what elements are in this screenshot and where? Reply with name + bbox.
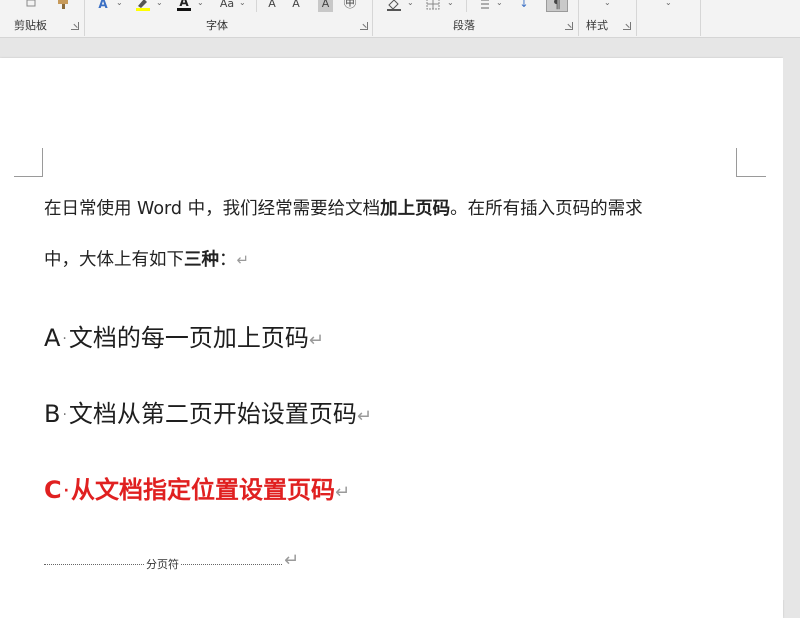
crop-mark-left-vertical [42,148,43,176]
character-shading-icon[interactable]: A [318,0,333,12]
chevron-down-icon[interactable]: ⌄ [496,0,503,7]
font-color-bar [177,8,191,11]
chevron-down-icon[interactable]: ⌄ [447,0,454,7]
list-item: B ·文档从第二页开始设置页码↵ [44,394,372,429]
intro-bold-text: 加上页码 [380,199,451,219]
borders-icon[interactable] [425,0,441,12]
page-break: 分页符 ↵ [44,550,300,572]
change-case-icon[interactable]: Aa [218,0,236,12]
ribbon: 剪贴板 A ⌄ ⌄ A ⌄ Aa ⌄ A A A ㊥ 字体 ⌄ ⌄ ⌄ ↓ ¶ … [0,0,800,38]
list-item-letter: C [44,476,62,504]
vertical-scrollbar[interactable] [783,38,800,600]
paragraph-mark-icon: ↵ [356,406,373,427]
sort-icon[interactable]: ↓ [516,0,532,12]
crop-mark-left-horizontal [14,176,43,177]
separator [578,0,579,36]
chevron-down-icon[interactable]: ⌄ [407,0,414,7]
chevron-down-icon[interactable]: ⌄ [239,0,246,7]
crop-mark-right-vertical [736,148,737,176]
group-label-styles: 样式 [586,19,608,32]
intro-paragraph-line-1: 在日常使用 Word 中，我们经常需要给文档加上页码。在所有插入页码的需求 [44,195,643,220]
intro-text: 在日常使用 Word 中，我们经常需要给文档 [44,199,381,219]
list-dot: · [62,331,67,347]
paragraph-mark-icon: ↵ [334,482,351,503]
asian-layout-icon[interactable] [478,0,492,12]
separator [636,0,637,36]
list-item: A ·文档的每一页加上页码↵ [44,318,324,353]
chevron-down-icon[interactable]: ⌄ [197,0,204,7]
group-label-font: 字体 [206,19,228,32]
separator [372,0,373,36]
list-item-text: 从文档指定位置设置页码 [70,476,335,504]
paragraph-mark-icon: ↵ [284,550,300,571]
enclose-characters-icon[interactable]: ㊥ [342,0,358,12]
editing-chevron-down-icon[interactable]: ⌄ [665,0,672,7]
clipboard-extra-icon[interactable] [24,0,38,12]
list-item-letter: B [44,400,61,428]
intro-text: ： [219,250,237,270]
font-dialog-launcher[interactable] [360,22,368,30]
styles-dialog-launcher[interactable] [623,22,631,30]
group-label-paragraph: 段落 [453,19,475,32]
chevron-down-icon[interactable]: ⌄ [156,0,163,7]
text-effects-icon[interactable]: A [95,0,111,12]
group-label-clipboard: 剪贴板 [14,19,47,32]
list-dot: · [63,483,69,499]
shading-icon[interactable] [386,0,402,12]
list-item-highlighted: C ·从文档指定位置设置页码↵ [44,470,350,505]
grow-font-icon[interactable]: A [266,0,278,12]
list-item-text: 文档从第二页开始设置页码 [68,400,357,428]
paragraph-dialog-launcher[interactable] [565,22,573,30]
styles-chevron-down-icon[interactable]: ⌄ [604,0,611,7]
page-break-label: 分页符 [144,556,181,572]
intro-text: 中，大体上有如下 [44,250,184,270]
separator [256,0,257,12]
font-color-icon[interactable]: A [176,0,192,12]
list-dot: · [62,407,67,423]
intro-bold-text: 三种 [184,250,219,270]
font-color-glyph: A [179,0,189,9]
crop-mark-right-horizontal [736,176,766,177]
list-item-letter: A [44,324,61,352]
show-formatting-marks-icon[interactable]: ¶ [546,0,568,12]
clipboard-dialog-launcher[interactable] [71,22,79,30]
highlight-icon[interactable] [135,0,151,12]
chevron-down-icon[interactable]: ⌄ [116,0,123,7]
separator [466,0,467,12]
paragraph-mark-icon: ↵ [236,251,250,269]
shrink-font-icon[interactable]: A [290,0,302,12]
intro-paragraph-line-2: 中，大体上有如下三种：↵ [44,246,249,271]
separator [84,0,85,36]
format-painter-icon[interactable] [55,0,73,12]
list-item-text: 文档的每一页加上页码 [68,324,309,352]
paragraph-mark-icon: ↵ [308,330,324,351]
intro-text: 。在所有插入页码的需求 [450,199,643,219]
separator [700,0,701,36]
